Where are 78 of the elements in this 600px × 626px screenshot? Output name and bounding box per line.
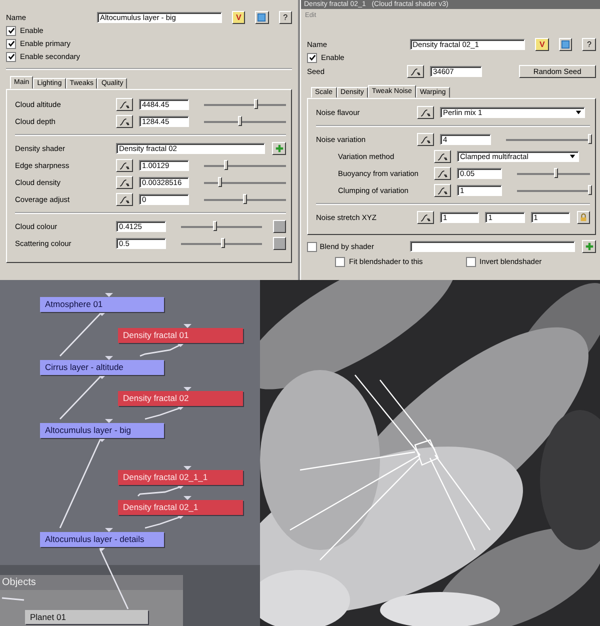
- graph-node[interactable]: Cirrus layer - altitude: [40, 360, 164, 375]
- graph-node[interactable]: Altocumulus layer - big: [40, 423, 164, 438]
- panel-title: Objects: [0, 575, 183, 590]
- checkbox[interactable]: [335, 256, 345, 266]
- slider-thumb[interactable]: [238, 116, 242, 126]
- curve-icon: [410, 68, 421, 76]
- lock-icon: [578, 213, 588, 222]
- curve-icon: [119, 100, 130, 108]
- connector-line: [2, 597, 24, 601]
- curve-button[interactable]: [116, 115, 133, 128]
- slider-thumb[interactable]: [224, 160, 228, 170]
- connector-line: [60, 376, 100, 420]
- graph-node[interactable]: Density fractal 01: [118, 328, 243, 343]
- curve-button[interactable]: [417, 133, 434, 146]
- curve-icon: [437, 186, 448, 194]
- slider-thumb[interactable]: [218, 177, 222, 187]
- connector-line: [138, 486, 180, 496]
- dropdown-arrow-icon: [575, 109, 582, 116]
- graph-node[interactable]: Altocumulus layer - details: [40, 532, 164, 547]
- curve-button[interactable]: [434, 184, 451, 197]
- preview-button[interactable]: [255, 10, 269, 24]
- curve-icon: [119, 118, 130, 126]
- curve-icon: [119, 162, 130, 170]
- blend-shader-field[interactable]: [410, 241, 576, 252]
- slider-thumb[interactable]: [554, 168, 558, 178]
- checkbox[interactable]: [6, 26, 16, 36]
- graph-node[interactable]: Planet 01: [25, 610, 148, 624]
- connector-line: [140, 344, 180, 357]
- curve-button[interactable]: [407, 65, 424, 78]
- connector-line: [144, 516, 180, 529]
- curve-icon: [420, 214, 431, 222]
- curve-button[interactable]: [116, 159, 133, 172]
- help-button[interactable]: ?: [278, 10, 292, 24]
- connector-line: [144, 407, 180, 420]
- curve-button[interactable]: [116, 176, 133, 189]
- slider-thumb[interactable]: [221, 238, 226, 248]
- graph-node[interactable]: Density fractal 02_1: [118, 500, 243, 515]
- curve-icon: [437, 170, 448, 178]
- colour-swatch[interactable]: [273, 220, 286, 233]
- lock-button[interactable]: [576, 211, 590, 224]
- dropdown-arrow-icon: [569, 153, 576, 160]
- curve-button[interactable]: [417, 106, 434, 119]
- slider-thumb[interactable]: [254, 99, 258, 109]
- colour-swatch[interactable]: [273, 237, 286, 250]
- slider-thumb[interactable]: [588, 134, 592, 144]
- connector-line: [99, 548, 129, 610]
- plus-icon: [274, 144, 284, 153]
- curve-button[interactable]: [417, 211, 434, 224]
- checkbox[interactable]: [6, 38, 16, 48]
- checkbox[interactable]: [307, 52, 317, 62]
- view-button[interactable]: V: [535, 38, 549, 50]
- checkbox[interactable]: [466, 256, 476, 266]
- curve-icon: [119, 196, 130, 204]
- graph-node[interactable]: Density fractal 02: [118, 391, 243, 406]
- preview-button[interactable]: [558, 38, 572, 50]
- add-shader-button[interactable]: [272, 142, 286, 155]
- add-shader-button[interactable]: [582, 240, 596, 253]
- checkbox[interactable]: [6, 52, 16, 62]
- curve-button[interactable]: [434, 167, 451, 180]
- curve-button[interactable]: [116, 98, 133, 111]
- curve-button[interactable]: [434, 150, 451, 163]
- slider-thumb[interactable]: [212, 221, 217, 231]
- curve-button[interactable]: [116, 193, 133, 206]
- square-icon: [561, 40, 570, 48]
- view-button[interactable]: V: [232, 10, 246, 24]
- plus-icon: [584, 242, 594, 251]
- graph-node[interactable]: Density fractal 02_1_1: [118, 470, 243, 485]
- curve-icon: [420, 136, 431, 144]
- curve-icon: [119, 178, 130, 186]
- checkbox[interactable]: [307, 242, 317, 252]
- curve-icon: [437, 152, 448, 160]
- graph-node[interactable]: Atmosphere 01: [40, 297, 164, 312]
- curve-icon: [420, 108, 431, 116]
- connector-line: [60, 314, 100, 356]
- slider-thumb[interactable]: [588, 185, 592, 195]
- slider-thumb[interactable]: [242, 194, 247, 204]
- square-icon: [257, 12, 266, 22]
- help-button[interactable]: ?: [582, 38, 596, 50]
